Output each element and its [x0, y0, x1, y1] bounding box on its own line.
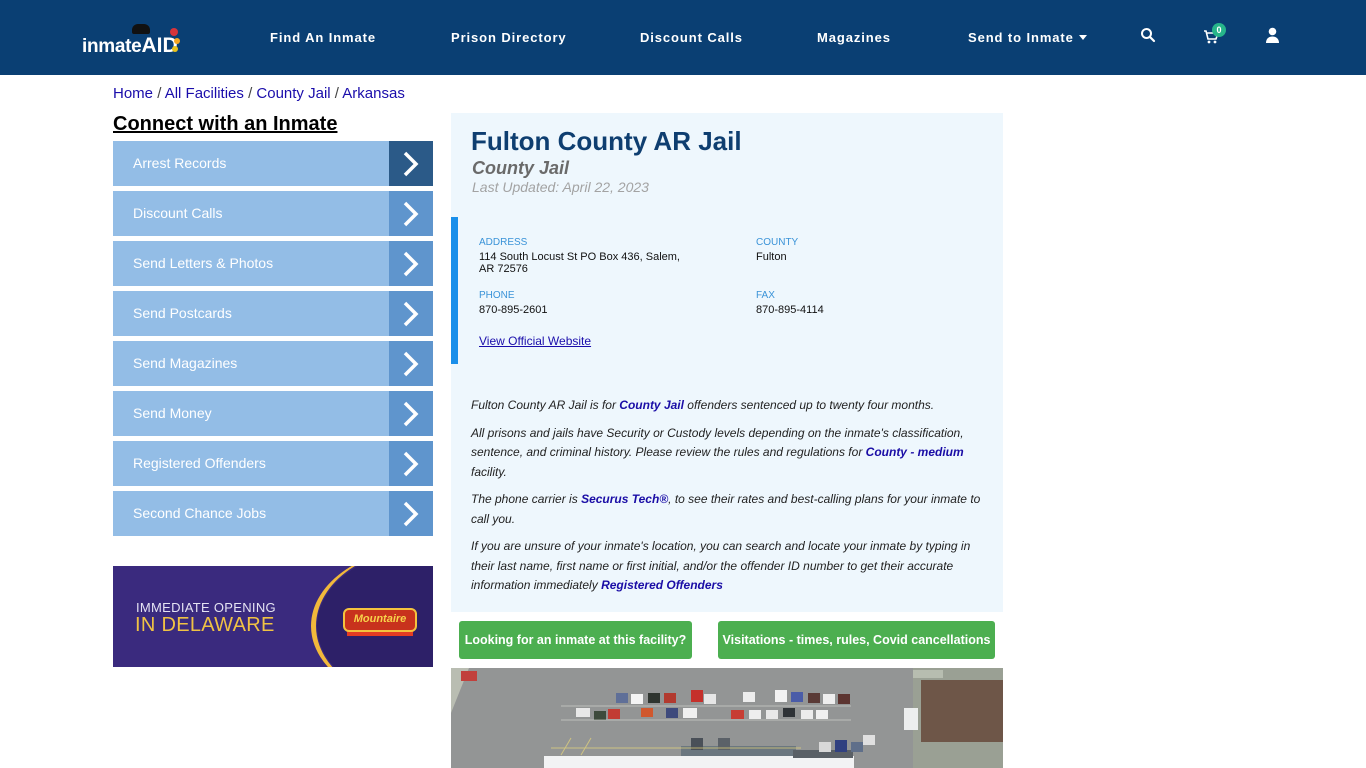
description-paragraph: All prisons and jails have Security or C… [471, 424, 987, 483]
fax-label: FAX [756, 290, 775, 301]
official-website-link[interactable]: View Official Website [479, 334, 591, 348]
chevron-right-icon [389, 491, 433, 536]
breadcrumb-separator: / [334, 85, 339, 102]
county-label: COUNTY [756, 237, 799, 248]
description-paragraph: If you are unsure of your inmate's locat… [471, 537, 987, 596]
phone-field: PHONE 870-895-2601 [479, 290, 548, 316]
sidebar-title: Connect with an Inmate [113, 113, 338, 135]
user-icon[interactable] [1265, 27, 1283, 45]
sidebar-item-registered-offenders[interactable]: Registered Offenders [113, 441, 433, 486]
breadcrumb-county-jail[interactable]: County Jail [256, 85, 330, 102]
visitations-button[interactable]: Visitations - times, rules, Covid cancel… [718, 621, 995, 659]
chevron-right-icon [389, 441, 433, 486]
leaf-icon [170, 28, 178, 36]
nav-magazines[interactable]: Magazines [817, 30, 891, 45]
county-field: COUNTY Fulton [756, 237, 798, 263]
registered-offenders-link[interactable]: Registered Offenders [601, 578, 723, 592]
sidebar-item-arrest-records[interactable]: Arrest Records [113, 141, 433, 186]
desc-text: The phone carrier is [471, 492, 582, 506]
fax-field: FAX 870-895-4114 [756, 290, 824, 316]
sidebar-item-label: Send Letters & Photos [113, 241, 389, 286]
cart-count-badge: 0 [1212, 23, 1226, 37]
last-updated: Last Updated: April 22, 2023 [472, 179, 649, 195]
desc-text: offenders sentenced up to twenty four mo… [683, 398, 935, 412]
logo-suffix: AID [141, 34, 178, 57]
leaf-icon [174, 38, 180, 44]
caret-down-icon [1078, 35, 1087, 40]
facility-name: Fulton County AR Jail [471, 126, 742, 156]
security-level-link[interactable]: County - medium [866, 445, 964, 459]
nav-send-to-inmate-label: Send to Inmate [968, 30, 1074, 45]
chevron-right-icon [389, 391, 433, 436]
top-navbar: inmate AID Find An Inmate Prison Director… [0, 0, 1366, 75]
find-inmate-at-facility-button[interactable]: Looking for an inmate at this facility? [459, 621, 692, 659]
sidebar-menu: Arrest Records Discount Calls Send Lette… [113, 141, 433, 541]
phone-carrier-link[interactable]: Securus Tech® [581, 492, 668, 506]
sidebar-item-label: Send Magazines [113, 341, 389, 386]
county-value: Fulton [756, 251, 787, 263]
breadcrumb-separator: / [248, 85, 253, 102]
aerial-photo [451, 668, 1003, 768]
fax-value: 870-895-4114 [756, 304, 824, 316]
phone-label: PHONE [479, 290, 515, 301]
nav-send-to-inmate[interactable]: Send to Inmate [968, 30, 1087, 45]
address-line2: AR 72576 [479, 263, 528, 275]
breadcrumb: Home / All Facilities / County Jail / Ar… [113, 85, 405, 102]
logo-text: inmate [82, 36, 142, 57]
sidebar-item-label: Send Postcards [113, 291, 389, 336]
chevron-right-icon [389, 191, 433, 236]
search-icon[interactable] [1140, 27, 1158, 45]
sidebar-item-send-money[interactable]: Send Money [113, 391, 433, 436]
chevron-right-icon [389, 141, 433, 186]
county-jail-link[interactable]: County Jail [619, 398, 684, 412]
description-paragraph: Fulton County AR Jail is for County Jail… [471, 396, 987, 416]
leaf-icon [172, 46, 178, 52]
sidebar-item-label: Registered Offenders [113, 441, 389, 486]
nav-find-an-inmate[interactable]: Find An Inmate [270, 30, 376, 45]
facility-aerial-map[interactable] [451, 668, 1003, 768]
breadcrumb-separator: / [157, 85, 162, 102]
chevron-right-icon [389, 341, 433, 386]
ad-headline: IMMEDIATE OPENING [136, 600, 276, 615]
nav-prison-directory[interactable]: Prison Directory [451, 30, 567, 45]
sidebar-item-second-chance-jobs[interactable]: Second Chance Jobs [113, 491, 433, 536]
breadcrumb-arkansas[interactable]: Arkansas [342, 85, 405, 102]
mountaire-logo: Mountaire [343, 608, 417, 632]
mountaire-ad-banner[interactable]: IMMEDIATE OPENING IN DELAWARE Mountaire [113, 566, 433, 667]
sidebar-item-discount-calls[interactable]: Discount Calls [113, 191, 433, 236]
desc-text: facility. [471, 464, 507, 479]
facility-info-panel: Fulton County AR Jail County Jail Last U… [451, 113, 1003, 612]
description-paragraph: The phone carrier is Securus Tech®, to s… [471, 490, 987, 529]
address-field: ADDRESS 114 South Locust St PO Box 436, … [479, 237, 709, 275]
facility-description: Fulton County AR Jail is for County Jail… [471, 396, 987, 604]
desc-text: Fulton County AR Jail is for [471, 398, 620, 412]
ad-subheadline: IN DELAWARE [135, 614, 275, 636]
breadcrumb-home[interactable]: Home [113, 85, 153, 102]
sidebar-item-send-postcards[interactable]: Send Postcards [113, 291, 433, 336]
breadcrumb-all-facilities[interactable]: All Facilities [165, 85, 244, 102]
sidebar-item-label: Send Money [113, 391, 389, 436]
facility-type: County Jail [472, 158, 570, 178]
chevron-right-icon [389, 291, 433, 336]
inmateaid-logo[interactable]: inmate AID [82, 22, 180, 57]
sidebar-item-label: Arrest Records [113, 141, 389, 186]
sidebar-item-label: Second Chance Jobs [113, 491, 389, 536]
facility-details: ADDRESS 114 South Locust St PO Box 436, … [451, 217, 1003, 364]
nav-discount-calls[interactable]: Discount Calls [640, 30, 743, 45]
sidebar-item-label: Discount Calls [113, 191, 389, 236]
phone-value: 870-895-2601 [479, 304, 548, 316]
address-line1: 114 South Locust St PO Box 436, Salem, [479, 251, 680, 263]
address-label: ADDRESS [479, 237, 528, 248]
chevron-right-icon [389, 241, 433, 286]
sidebar-item-send-letters-photos[interactable]: Send Letters & Photos [113, 241, 433, 286]
sidebar-item-send-magazines[interactable]: Send Magazines [113, 341, 433, 386]
pilgrim-hat-icon [132, 24, 150, 34]
